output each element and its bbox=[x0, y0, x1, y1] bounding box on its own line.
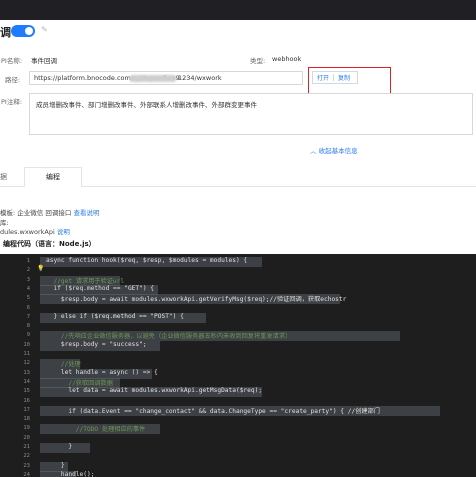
open-button[interactable]: 打开 bbox=[313, 73, 333, 82]
toggle-knob bbox=[25, 27, 33, 35]
line-number: 16 bbox=[23, 397, 30, 404]
line-number: 9 bbox=[26, 332, 30, 339]
lib-help-link[interactable]: 说明 bbox=[57, 228, 70, 236]
path-field[interactable]: https://platform.bnocode.com/api/open/5e… bbox=[29, 71, 303, 85]
code-text: async function hook($req, $resp, $module… bbox=[46, 257, 248, 264]
api-name-value: 事件回调 bbox=[31, 57, 57, 65]
collapse-info-button[interactable]: ︿ 收起基本信息 bbox=[310, 145, 358, 155]
code-title: 编程代码（语言：Node.js） bbox=[3, 240, 96, 248]
line-number: 14 bbox=[23, 378, 30, 385]
line-number: 11 bbox=[23, 351, 30, 357]
code-text: //先响应企业微信服务器，以避免（企业微信服务器五秒内未收到回复将重发请求） bbox=[46, 333, 292, 341]
tab-programming[interactable]: 编程 bbox=[46, 172, 60, 182]
copy-button[interactable]: 复制 bbox=[334, 73, 354, 82]
line-number: 6 bbox=[26, 304, 30, 311]
line-number: 10 bbox=[23, 341, 30, 348]
code-text: //处理 bbox=[46, 361, 81, 369]
line-number: 4 bbox=[26, 285, 30, 292]
enable-toggle[interactable] bbox=[11, 25, 35, 37]
line-number: 18 bbox=[23, 416, 30, 423]
code-text: } bbox=[46, 443, 73, 450]
line-number: 3 bbox=[26, 276, 30, 283]
header: 调 ✎ bbox=[0, 22, 476, 40]
line-number: 7 bbox=[26, 313, 30, 320]
code-text: let data = await modules.wxworkApi.getMs… bbox=[46, 387, 263, 395]
template-value: 企业微信 回调接口 bbox=[17, 209, 72, 217]
line-number: 8 bbox=[26, 323, 30, 330]
path-blurred-segment bbox=[130, 75, 176, 82]
code-text: handle(); bbox=[46, 470, 95, 477]
line-number: 24 bbox=[23, 471, 30, 477]
note-textarea[interactable]: 成员增删改事件、部门增删改事件、外部联系人增删改事件、外部群变更事件 bbox=[29, 93, 473, 135]
api-name-label: PI名称: bbox=[1, 57, 23, 65]
line-number: 15 bbox=[23, 388, 30, 395]
line-number: 5 bbox=[26, 295, 30, 302]
code-text: } else if ($req.method == "POST") { bbox=[46, 312, 184, 320]
line-number: 21 bbox=[23, 444, 30, 450]
code-text: if (data.Event == "change_contact" && da… bbox=[46, 407, 380, 415]
code-text: $resp.body = "success"; bbox=[46, 340, 147, 348]
path-suffix: 1234/wxwork bbox=[178, 74, 222, 82]
line-number: 20 bbox=[23, 434, 30, 441]
note-label: PI注释: bbox=[1, 98, 23, 106]
page-title: 调 bbox=[0, 26, 11, 39]
type-label: 类型: bbox=[250, 57, 266, 65]
lib-row: dules.wxworkApi 说明 bbox=[0, 226, 70, 236]
code-text: let handle = async () => { bbox=[46, 368, 158, 376]
template-row: 模板: 企业微信 回调接口 查看说明 bbox=[0, 207, 99, 217]
line-number: 12 bbox=[23, 360, 30, 367]
path-actions: 打开 复制 bbox=[312, 71, 358, 84]
line-number: 17 bbox=[23, 406, 30, 413]
code-line[interactable]: 24 handle(); bbox=[0, 470, 476, 477]
type-value: webhook bbox=[272, 55, 302, 63]
path-label: 路径: bbox=[5, 76, 21, 84]
code-editor[interactable]: 💡 1 async function hook($req, $resp, $mod… bbox=[0, 254, 476, 477]
template-help-link[interactable]: 查看说明 bbox=[73, 209, 99, 217]
code-text: } bbox=[46, 461, 65, 469]
edit-icon[interactable]: ✎ bbox=[41, 25, 48, 34]
collapse-label: 收起基本信息 bbox=[318, 147, 358, 155]
note-text: 成员增删改事件、部门增删改事件、外部联系人增删改事件、外部群变更事件 bbox=[36, 101, 257, 109]
code-text: //获取回调数据 bbox=[46, 379, 113, 387]
top-bar bbox=[0, 0, 476, 20]
line-number: 2 bbox=[26, 267, 30, 274]
code-text: $resp.body = await modules.wxworkApi.get… bbox=[46, 296, 347, 304]
lib-value: dules.wxworkApi bbox=[0, 228, 55, 236]
tab-bar: 据 编程 bbox=[0, 165, 476, 187]
code-text: //TODO 处理相应的事件 bbox=[46, 426, 146, 434]
code-text: if ($req.method == "GET") { bbox=[46, 284, 155, 292]
line-number: 13 bbox=[23, 369, 30, 376]
code-text: //get 请求用于验证url bbox=[46, 277, 125, 285]
double-chevron-up-icon: ︿ bbox=[310, 147, 317, 155]
tab-data[interactable]: 据 bbox=[0, 172, 7, 182]
template-label: 模板: bbox=[0, 209, 16, 217]
line-number: 22 bbox=[23, 453, 30, 460]
line-number: 1 bbox=[26, 258, 30, 264]
line-number: 19 bbox=[23, 425, 30, 432]
line-number: 23 bbox=[23, 462, 30, 469]
